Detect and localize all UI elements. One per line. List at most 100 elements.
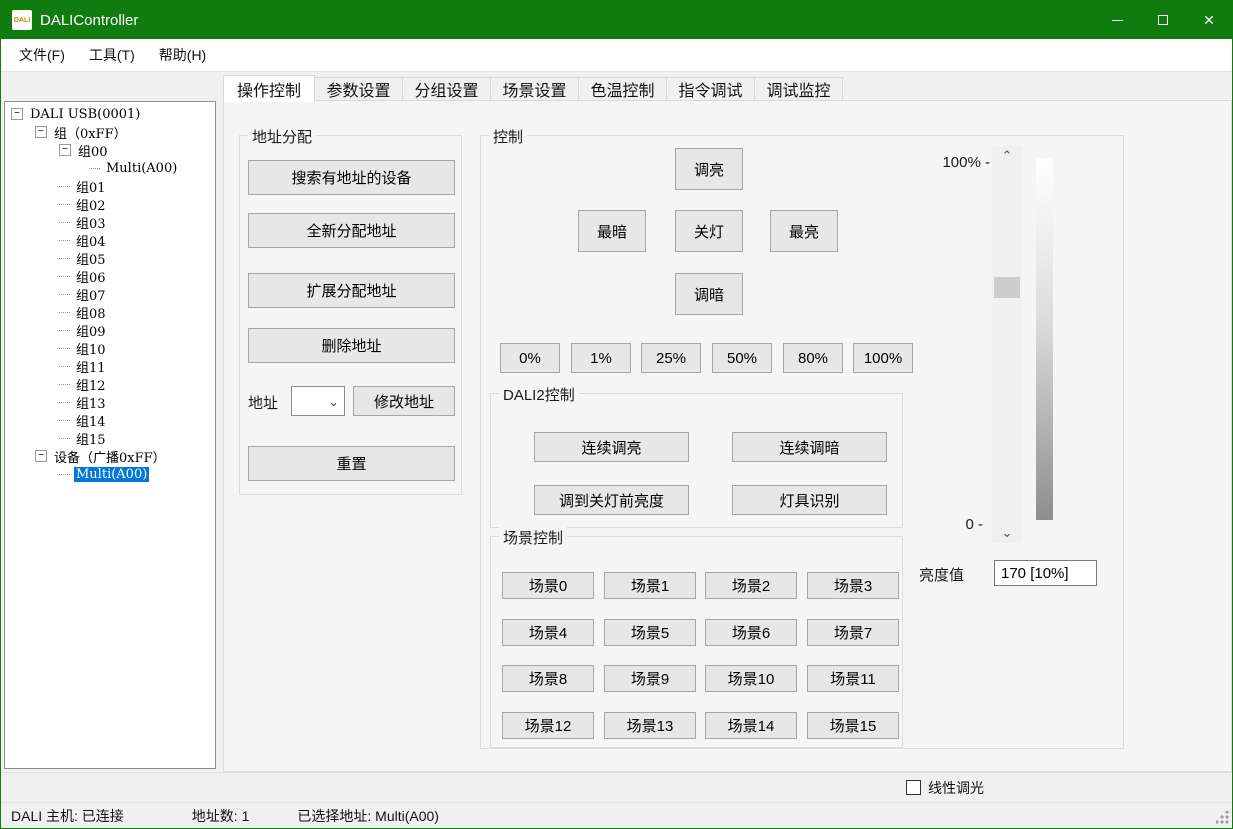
maximize-button[interactable] (1140, 1, 1186, 39)
tree-item-group12[interactable]: 组12 (5, 375, 215, 393)
status-selected-address: 已选择地址: Multi(A00) (297, 806, 439, 826)
scene-8-button[interactable]: 场景8 (502, 665, 594, 692)
collapse-icon[interactable]: − (11, 108, 23, 120)
tree-item-group03[interactable]: 组03 (5, 213, 215, 231)
menu-file[interactable]: 文件(F) (7, 39, 77, 71)
tree-item-group14[interactable]: 组14 (5, 411, 215, 429)
close-button[interactable]: ✕ (1186, 1, 1232, 39)
tree-item-group00[interactable]: −组00 (5, 141, 215, 159)
scene-3-button[interactable]: 场景3 (807, 572, 899, 599)
tab-color-temp-control[interactable]: 色温控制 (579, 77, 667, 101)
scrollbar-thumb[interactable] (994, 277, 1020, 298)
tree-item-group10[interactable]: 组10 (5, 339, 215, 357)
scene-2-button[interactable]: 场景2 (705, 572, 797, 599)
extend-assign-address-button[interactable]: 扩展分配地址 (248, 273, 455, 308)
scene-control-group-title: 场景控制 (499, 527, 567, 548)
tree-item-group07[interactable]: 组07 (5, 285, 215, 303)
percent-1-button[interactable]: 1% (571, 343, 631, 373)
address-combobox[interactable]: ⌄ (291, 386, 345, 416)
menu-help[interactable]: 帮助(H) (147, 39, 218, 71)
dimmest-button[interactable]: 最暗 (578, 210, 646, 252)
resize-grip[interactable] (1216, 811, 1229, 824)
percent-50-button[interactable]: 50% (712, 343, 772, 373)
scroll-down-icon[interactable]: ⌄ (992, 523, 1022, 543)
percent-80-button[interactable]: 80% (783, 343, 843, 373)
maximize-icon (1158, 15, 1168, 25)
brightness-value-field[interactable]: 170 [10%] (994, 560, 1097, 586)
tree-item-group06[interactable]: 组06 (5, 267, 215, 285)
scene-15-button[interactable]: 场景15 (807, 712, 899, 739)
scene-0-button[interactable]: 场景0 (502, 572, 594, 599)
address-label: 地址 (248, 392, 278, 413)
scene-6-button[interactable]: 场景6 (705, 619, 797, 646)
linear-dimming-checkbox[interactable] (906, 780, 921, 795)
tree-item-group13[interactable]: 组13 (5, 393, 215, 411)
tab-command-debug[interactable]: 指令调试 (667, 77, 755, 101)
tree-item-dali-usb[interactable]: −DALI USB(0001) (5, 105, 215, 123)
app-icon: DALI (12, 10, 32, 30)
tree-item-group01[interactable]: 组01 (5, 177, 215, 195)
control-group: 控制 调亮 最暗 关灯 最亮 调暗 0% 1% 25% 50% 80% 100%… (480, 135, 1124, 749)
tree-item-group08[interactable]: 组08 (5, 303, 215, 321)
menu-bar: 文件(F) 工具(T) 帮助(H) (1, 39, 1232, 72)
menu-tools[interactable]: 工具(T) (77, 39, 147, 71)
collapse-icon[interactable]: − (35, 126, 47, 138)
brightest-button[interactable]: 最亮 (770, 210, 838, 252)
tree-item-group05[interactable]: 组05 (5, 249, 215, 267)
brightness-scrollbar[interactable]: ⌃ ⌄ (992, 146, 1022, 543)
scene-9-button[interactable]: 场景9 (604, 665, 696, 692)
tree-item-multi-a00[interactable]: Multi(A00) (5, 159, 215, 177)
luminaire-identify-button[interactable]: 灯具识别 (732, 485, 887, 515)
tab-grouping-settings[interactable]: 分组设置 (403, 77, 491, 101)
tab-operation-control[interactable]: 操作控制 (223, 75, 315, 102)
tree-item-group-root[interactable]: −组（0xFF） (5, 123, 215, 141)
scene-13-button[interactable]: 场景13 (604, 712, 696, 739)
percent-25-button[interactable]: 25% (641, 343, 701, 373)
scene-10-button[interactable]: 场景10 (705, 665, 797, 692)
tree-connector (59, 258, 70, 259)
scene-4-button[interactable]: 场景4 (502, 619, 594, 646)
tree-item-group02[interactable]: 组02 (5, 195, 215, 213)
assign-new-address-button[interactable]: 全新分配地址 (248, 213, 455, 248)
tree-connector (59, 240, 70, 241)
close-icon: ✕ (1203, 13, 1215, 27)
device-tree-panel: −DALI USB(0001) −组（0xFF） −组00 Multi(A00)… (4, 101, 216, 769)
recall-last-level-button[interactable]: 调到关灯前亮度 (534, 485, 689, 515)
tree-connector (89, 168, 100, 169)
dim-button[interactable]: 调暗 (675, 273, 743, 315)
collapse-icon[interactable]: − (59, 144, 71, 156)
tree-item-multi-a00-selected[interactable]: Multi(A00) (5, 465, 215, 483)
light-off-button[interactable]: 关灯 (675, 210, 743, 252)
search-addressed-devices-button[interactable]: 搜索有地址的设备 (248, 160, 455, 195)
brightness-gradient-bar (1036, 158, 1053, 520)
scene-11-button[interactable]: 场景11 (807, 665, 899, 692)
minimize-button[interactable] (1094, 1, 1140, 39)
scene-5-button[interactable]: 场景5 (604, 619, 696, 646)
tree-item-group15[interactable]: 组15 (5, 429, 215, 447)
tab-strip: 操作控制 参数设置 分组设置 场景设置 色温控制 指令调试 调试监控 (223, 74, 843, 101)
scroll-up-icon[interactable]: ⌃ (992, 146, 1022, 166)
tab-scene-settings[interactable]: 场景设置 (491, 77, 579, 101)
percent-0-button[interactable]: 0% (500, 343, 560, 373)
minimize-icon (1112, 20, 1123, 21)
dali2-control-group: DALI2控制 连续调亮 连续调暗 调到关灯前亮度 灯具识别 (490, 393, 903, 528)
delete-address-button[interactable]: 删除地址 (248, 328, 455, 363)
tab-parameter-settings[interactable]: 参数设置 (315, 77, 403, 101)
collapse-icon[interactable]: − (35, 450, 47, 462)
continuous-dim-button[interactable]: 连续调暗 (732, 432, 887, 462)
continuous-brighten-button[interactable]: 连续调亮 (534, 432, 689, 462)
scene-1-button[interactable]: 场景1 (604, 572, 696, 599)
percent-100-button[interactable]: 100% (853, 343, 913, 373)
scene-7-button[interactable]: 场景7 (807, 619, 899, 646)
tree-item-device-broadcast[interactable]: −设备（广播0xFF） (5, 447, 215, 465)
tree-connector (59, 204, 70, 205)
modify-address-button[interactable]: 修改地址 (353, 386, 455, 416)
tree-item-group04[interactable]: 组04 (5, 231, 215, 249)
scene-12-button[interactable]: 场景12 (502, 712, 594, 739)
scene-14-button[interactable]: 场景14 (705, 712, 797, 739)
tab-debug-monitor[interactable]: 调试监控 (755, 77, 843, 101)
tree-item-group11[interactable]: 组11 (5, 357, 215, 375)
brighten-button[interactable]: 调亮 (675, 148, 743, 190)
reset-button[interactable]: 重置 (248, 446, 455, 481)
tree-item-group09[interactable]: 组09 (5, 321, 215, 339)
